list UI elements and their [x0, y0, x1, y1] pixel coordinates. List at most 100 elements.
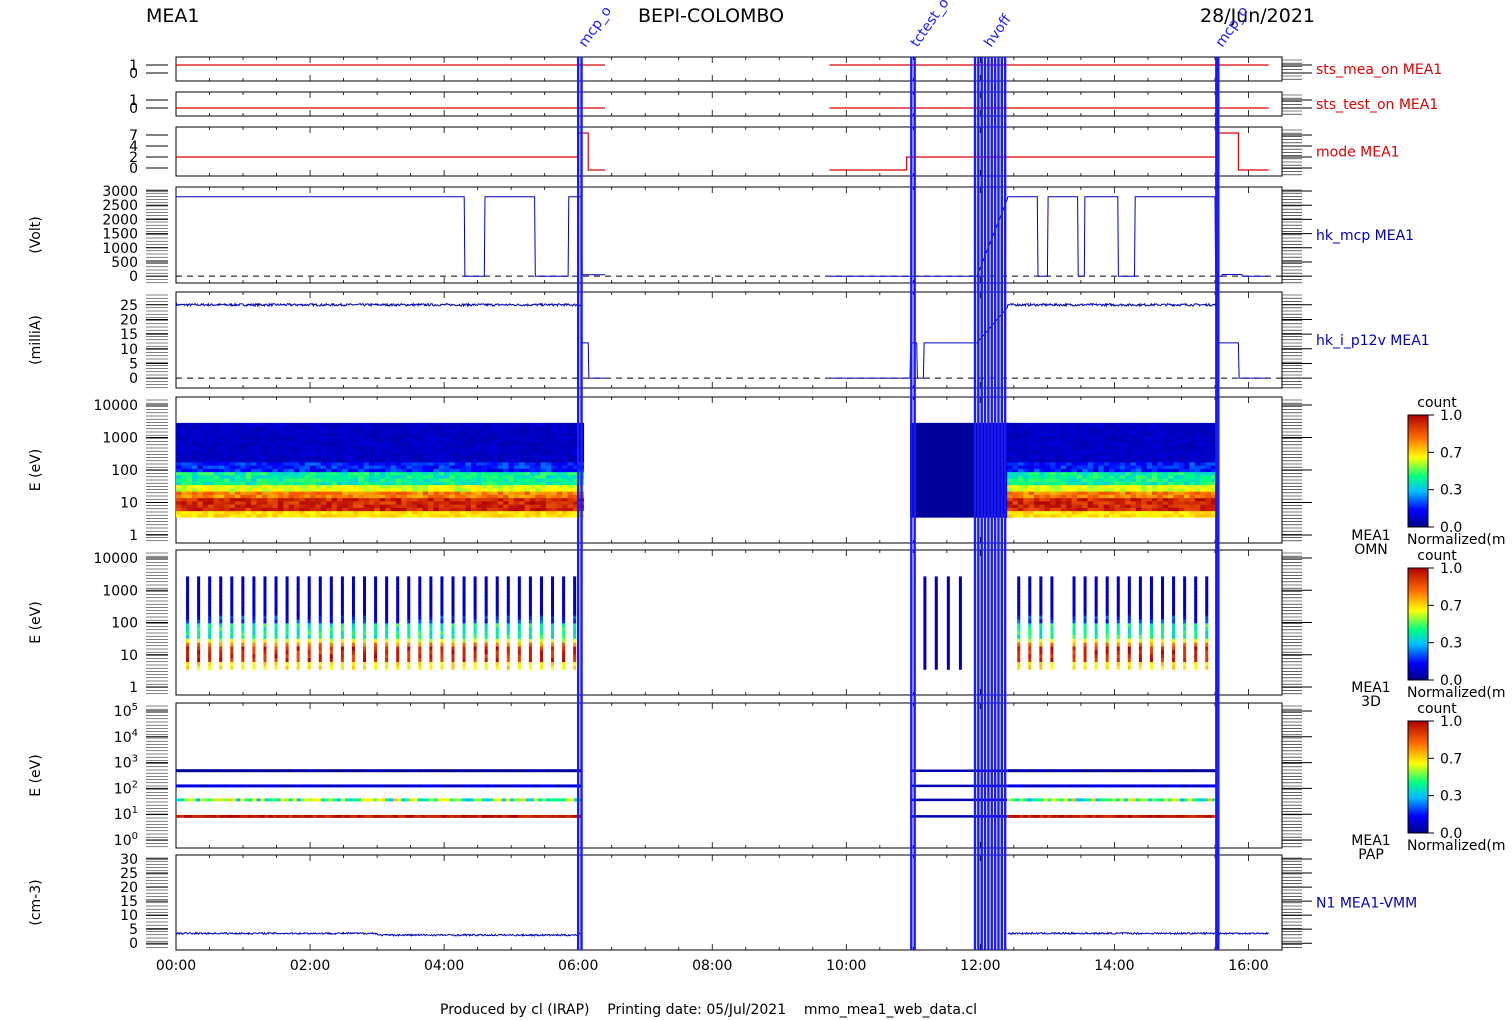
- spectrogram-cell: [299, 487, 306, 492]
- spectrogram-cell: [1055, 513, 1062, 518]
- spectrogram-cell: [261, 448, 268, 453]
- spectrogram-cell: [1007, 471, 1014, 476]
- spectrogram-cell: [449, 461, 456, 466]
- spectrogram-cell: [551, 458, 558, 463]
- spectrogram-cell: [1184, 461, 1190, 466]
- spectrogram-cell: [497, 468, 504, 473]
- spectrogram-cell: [218, 455, 225, 460]
- spectrogram-cell: [315, 500, 322, 505]
- spectrogram-cell: [1151, 510, 1158, 515]
- spectrogram-cell: [1055, 478, 1062, 482]
- spectrogram-cell: [1007, 445, 1014, 450]
- spectrogram-cell: [1098, 513, 1105, 518]
- spectrogram-cell: [422, 513, 429, 518]
- spectrogram-cell: [272, 497, 279, 502]
- spectrogram-cell: [503, 435, 509, 440]
- spectrogram-cell: [1023, 497, 1030, 502]
- spectrogram-cell: [920, 455, 927, 460]
- spectrogram-cell: [304, 504, 311, 508]
- spectrogram-cell: [347, 458, 354, 463]
- spectrogram-cell: [1023, 448, 1030, 453]
- spectrogram-cell: [1135, 474, 1142, 479]
- spectrogram-cell: [352, 465, 359, 469]
- spectrogram-cell: [1151, 500, 1158, 505]
- spectrogram-cell: [1050, 445, 1056, 450]
- spectrogram-cell: [428, 510, 434, 515]
- spectrogram-cell: [567, 471, 574, 476]
- spectrogram-cell: [529, 494, 536, 499]
- spectrogram-cell: [1023, 491, 1030, 495]
- spectrogram-cell: [915, 500, 922, 505]
- spectrogram-cell: [454, 471, 461, 476]
- spectrogram-cell: [947, 426, 954, 430]
- spectrogram-cell: [256, 448, 263, 453]
- spectrogram-cell: [213, 504, 220, 508]
- spectrogram-cell: [1092, 465, 1099, 469]
- spectrogram-cell: [1055, 484, 1062, 489]
- spectrogram-cell: [438, 426, 445, 430]
- spectrogram-cell: [952, 510, 959, 515]
- spectrogram-cell: [1189, 474, 1196, 479]
- spectrogram-cell: [1098, 426, 1105, 430]
- spectrogram-cell: [1125, 494, 1132, 499]
- spectrogram-cell: [1141, 504, 1148, 508]
- spectrogram-cell: [202, 442, 209, 447]
- spectrogram-cell: [540, 455, 547, 460]
- spectrogram-cell: [224, 429, 231, 434]
- spectrogram-cell: [1125, 478, 1132, 482]
- spectrogram-cell: [293, 487, 300, 492]
- spectrogram-cell: [186, 465, 193, 469]
- spectrogram-cell: [176, 461, 182, 466]
- spectrogram-cell: [1103, 426, 1110, 430]
- spectrogram-cell: [433, 513, 440, 518]
- spectrogram-cell: [1151, 478, 1158, 482]
- spectrogram-cell: [952, 422, 959, 427]
- spectrogram-cell: [395, 494, 402, 499]
- spectrogram-cell: [181, 494, 188, 499]
- spectrogram-cell: [481, 465, 488, 469]
- spectrogram-cell: [304, 452, 311, 456]
- spectrogram-cell: [1033, 445, 1040, 450]
- spectrogram-cell: [347, 494, 354, 499]
- spectrogram-cell: [958, 504, 965, 508]
- spectrogram-cell: [1146, 487, 1153, 492]
- spectrogram-cell: [352, 497, 359, 502]
- spectrogram-cell: [1189, 494, 1196, 499]
- spectrogram-cell: [202, 426, 209, 430]
- spectrogram-cell: [487, 448, 493, 453]
- spectrogram-cell: [336, 426, 343, 430]
- spectrogram-cell: [261, 497, 268, 502]
- spectrogram-cell: [1060, 494, 1067, 499]
- spectrogram-cell: [1012, 429, 1019, 434]
- spectrogram-cell: [1028, 455, 1035, 460]
- spectrogram-cell: [1028, 458, 1035, 463]
- spectrogram-cell: [508, 491, 515, 495]
- spectrogram-cell: [942, 461, 949, 466]
- spectrogram-cell: [942, 507, 949, 512]
- spectrogram-cell: [1125, 452, 1132, 456]
- spectrogram-cell: [181, 474, 188, 479]
- spectrogram-cell: [1194, 513, 1201, 518]
- spectrogram-cell: [947, 455, 954, 460]
- spectrogram-cell: [342, 494, 349, 499]
- spectrogram-cell: [320, 513, 327, 518]
- spectrogram-cell: [1135, 484, 1142, 489]
- spectrogram-cell: [454, 435, 461, 440]
- spectrogram-cell: [487, 491, 493, 495]
- spectrogram-cell: [1114, 452, 1121, 456]
- spectrogram-cell: [310, 455, 316, 460]
- spectrogram-cell: [551, 455, 558, 460]
- spectrogram-cell: [503, 465, 509, 469]
- spectrogram-cell: [1087, 481, 1094, 486]
- spectrogram-cell: [1157, 439, 1164, 443]
- spectrogram-cell: [390, 471, 397, 476]
- spectrogram-cell: [208, 465, 215, 469]
- spectrogram-cell: [1050, 468, 1056, 473]
- spectrogram-cell: [395, 442, 402, 447]
- spectrogram-cell: [926, 445, 932, 450]
- spectrogram-cell: [326, 465, 333, 469]
- spectrogram-cell: [454, 432, 461, 437]
- spectrogram-cell: [1098, 471, 1105, 476]
- spectrogram-cell: [326, 468, 333, 473]
- spectrogram-cell: [293, 500, 300, 505]
